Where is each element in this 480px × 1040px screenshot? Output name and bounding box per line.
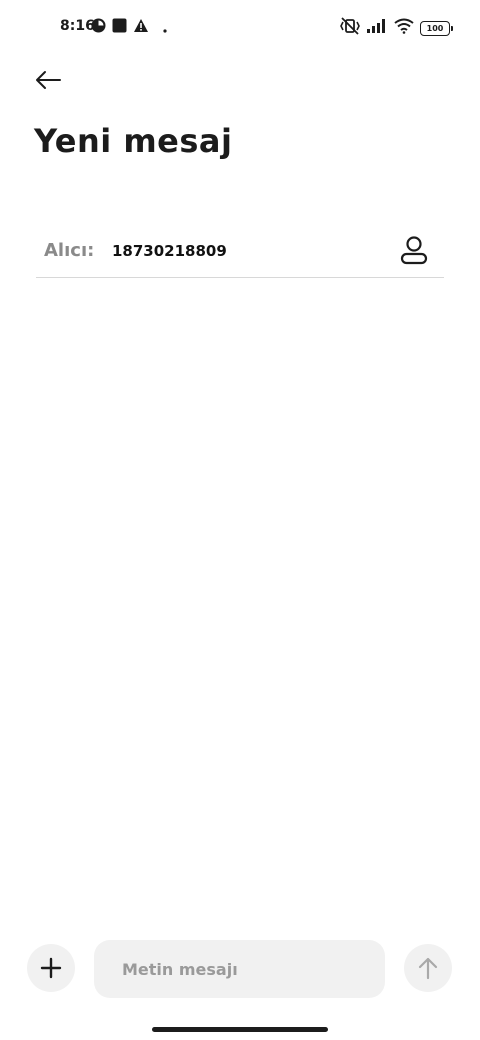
status-bar: 8:16 100 — [0, 0, 480, 56]
warning-icon — [133, 18, 149, 37]
square-notification-icon — [112, 18, 127, 37]
signal-icon — [366, 18, 388, 38]
message-input[interactable] — [94, 940, 385, 998]
person-icon — [400, 236, 428, 265]
send-button[interactable] — [404, 944, 452, 992]
plus-icon — [40, 957, 62, 979]
status-left-icons — [91, 18, 167, 37]
page-title: Yeni mesaj — [34, 122, 233, 160]
back-button[interactable] — [30, 62, 66, 98]
home-indicator[interactable] — [152, 1027, 328, 1032]
recipient-row[interactable]: Alıcı: 18730218809 — [36, 226, 444, 278]
recipient-label: Alıcı: — [44, 240, 95, 261]
arrow-up-icon — [418, 957, 438, 980]
add-attachment-button[interactable] — [27, 944, 75, 992]
vibrate-off-icon — [340, 17, 360, 39]
arrow-left-icon — [36, 71, 61, 89]
wifi-icon — [394, 18, 414, 38]
status-time: 8:16 — [60, 18, 95, 34]
contact-picker-button[interactable] — [398, 234, 430, 266]
app-notification-icon — [91, 18, 106, 37]
status-right-icons: 100 — [340, 17, 453, 39]
more-notifications-dot-icon — [163, 18, 167, 37]
recipient-value[interactable]: 18730218809 — [112, 242, 227, 260]
battery-icon: 100 — [420, 20, 453, 36]
